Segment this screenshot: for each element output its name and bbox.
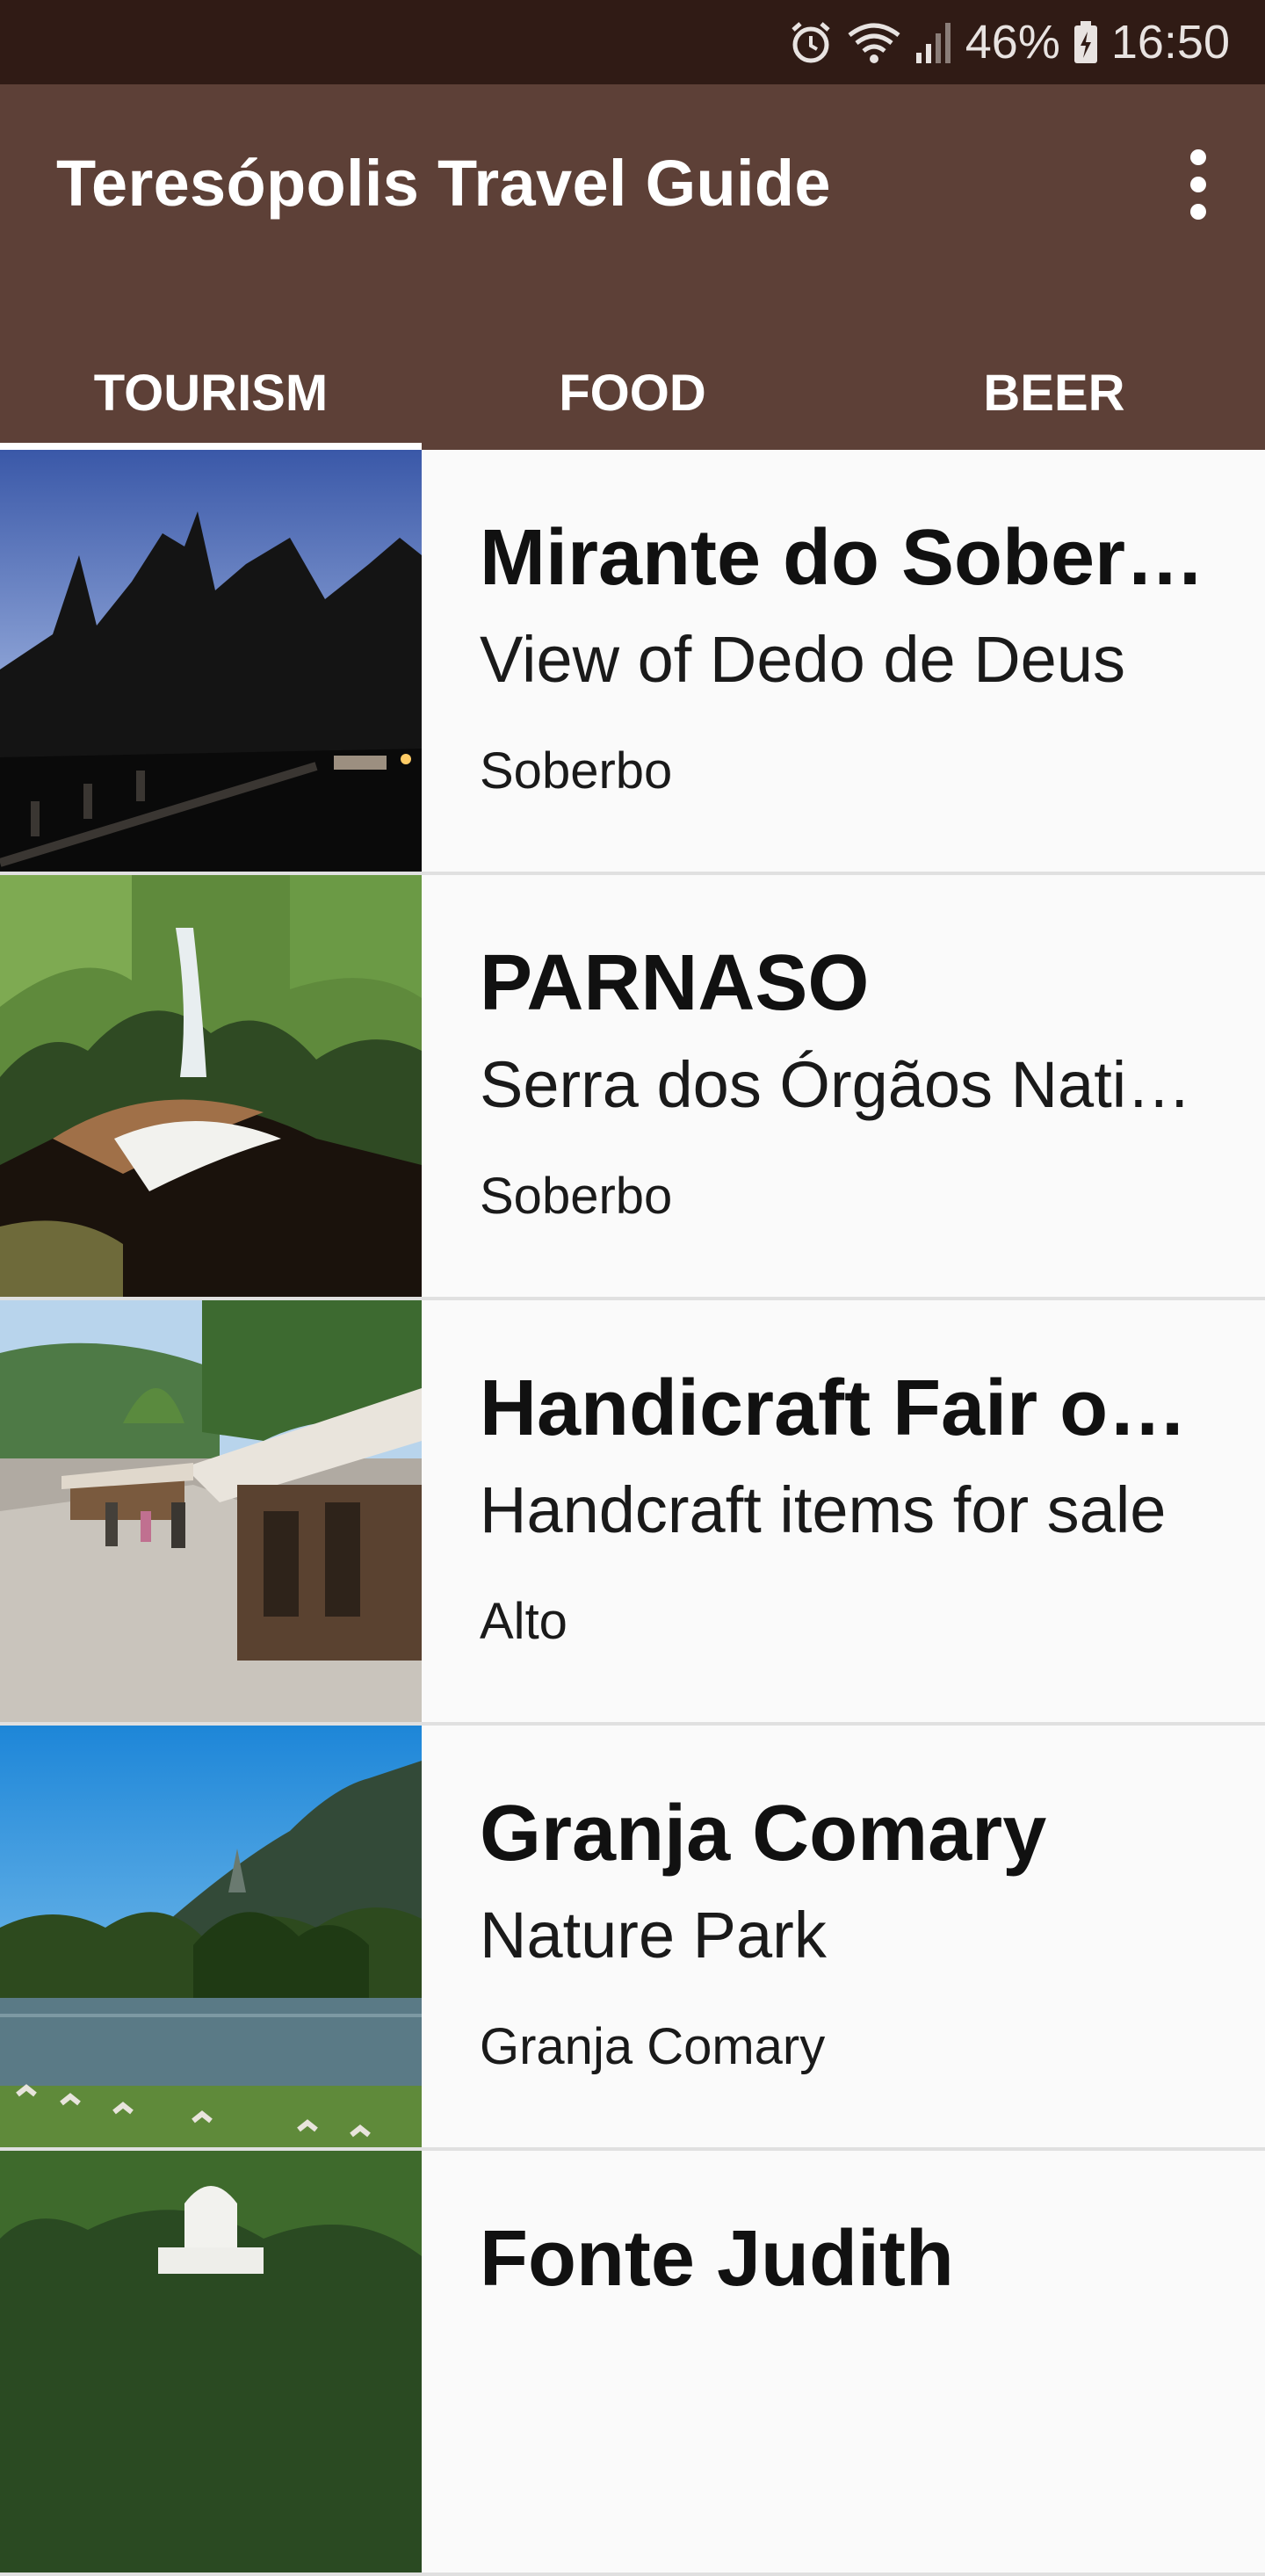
attractions-list: Mirante do Soberbo View of Dedo de Deus …: [0, 450, 1265, 2576]
item-title: Handicraft Fair of Alto: [480, 1364, 1212, 1452]
list-item[interactable]: PARNASO Serra dos Órgãos National Park S…: [0, 875, 1265, 1300]
item-title: PARNASO: [480, 939, 870, 1027]
tab-food[interactable]: FOOD: [422, 358, 843, 450]
list-item[interactable]: Fonte Judith: [0, 2151, 1265, 2576]
list-item[interactable]: Mirante do Soberbo View of Dedo de Deus …: [0, 450, 1265, 875]
tab-beer[interactable]: BEER: [843, 358, 1265, 450]
clock-time: 16:50: [1110, 16, 1230, 69]
list-item-text: Granja Comary Nature Park Granja Comary: [480, 1726, 1212, 2147]
list-item-text: Mirante do Soberbo View of Dedo de Deus …: [480, 450, 1212, 872]
item-subtitle: Handcraft items for sale: [480, 1473, 1167, 1546]
signal-icon: [914, 19, 953, 65]
street-fair-photo: [0, 1300, 422, 1722]
alarm-icon: [788, 19, 834, 65]
tab-tourism[interactable]: TOURISM: [0, 358, 422, 450]
item-location: Soberbo: [480, 1168, 673, 1225]
list-item[interactable]: Handicraft Fair of Alto Handcraft items …: [0, 1300, 1265, 1726]
tab-bar: TOURISM FOOD BEER: [0, 358, 1265, 450]
item-location: Granja Comary: [480, 2018, 826, 2075]
item-location: Alto: [480, 1593, 567, 1650]
item-title: Mirante do Soberbo: [480, 514, 1212, 602]
lake-park-photo: [0, 1726, 422, 2147]
battery-percent: 46%: [965, 16, 1060, 69]
list-item-text: PARNASO Serra dos Órgãos National Park S…: [480, 875, 1212, 1297]
item-subtitle: Nature Park: [480, 1899, 827, 1972]
item-subtitle: View of Dedo de Deus: [480, 623, 1125, 696]
battery-icon: [1073, 19, 1099, 65]
item-location: Soberbo: [480, 742, 673, 800]
waterfall-photo: [0, 875, 422, 1297]
list-item-text: Fonte Judith: [480, 2151, 1212, 2572]
more-vert-icon[interactable]: [1174, 149, 1223, 220]
item-subtitle: Serra dos Órgãos National Park: [480, 1048, 1212, 1121]
list-item[interactable]: Granja Comary Nature Park Granja Comary: [0, 1726, 1265, 2151]
wifi-icon: [846, 19, 902, 65]
status-bar: 46% 16:50: [0, 0, 1265, 84]
item-title: Fonte Judith: [480, 2215, 954, 2303]
item-title: Granja Comary: [480, 1790, 1047, 1878]
app-bar: Teresópolis Travel Guide TOURISM FOOD BE…: [0, 84, 1265, 450]
list-item-text: Handicraft Fair of Alto Handcraft items …: [480, 1300, 1212, 1722]
fountain-photo: [0, 2151, 422, 2572]
app-title: Teresópolis Travel Guide: [56, 147, 831, 220]
mountain-silhouette-photo: [0, 450, 422, 872]
